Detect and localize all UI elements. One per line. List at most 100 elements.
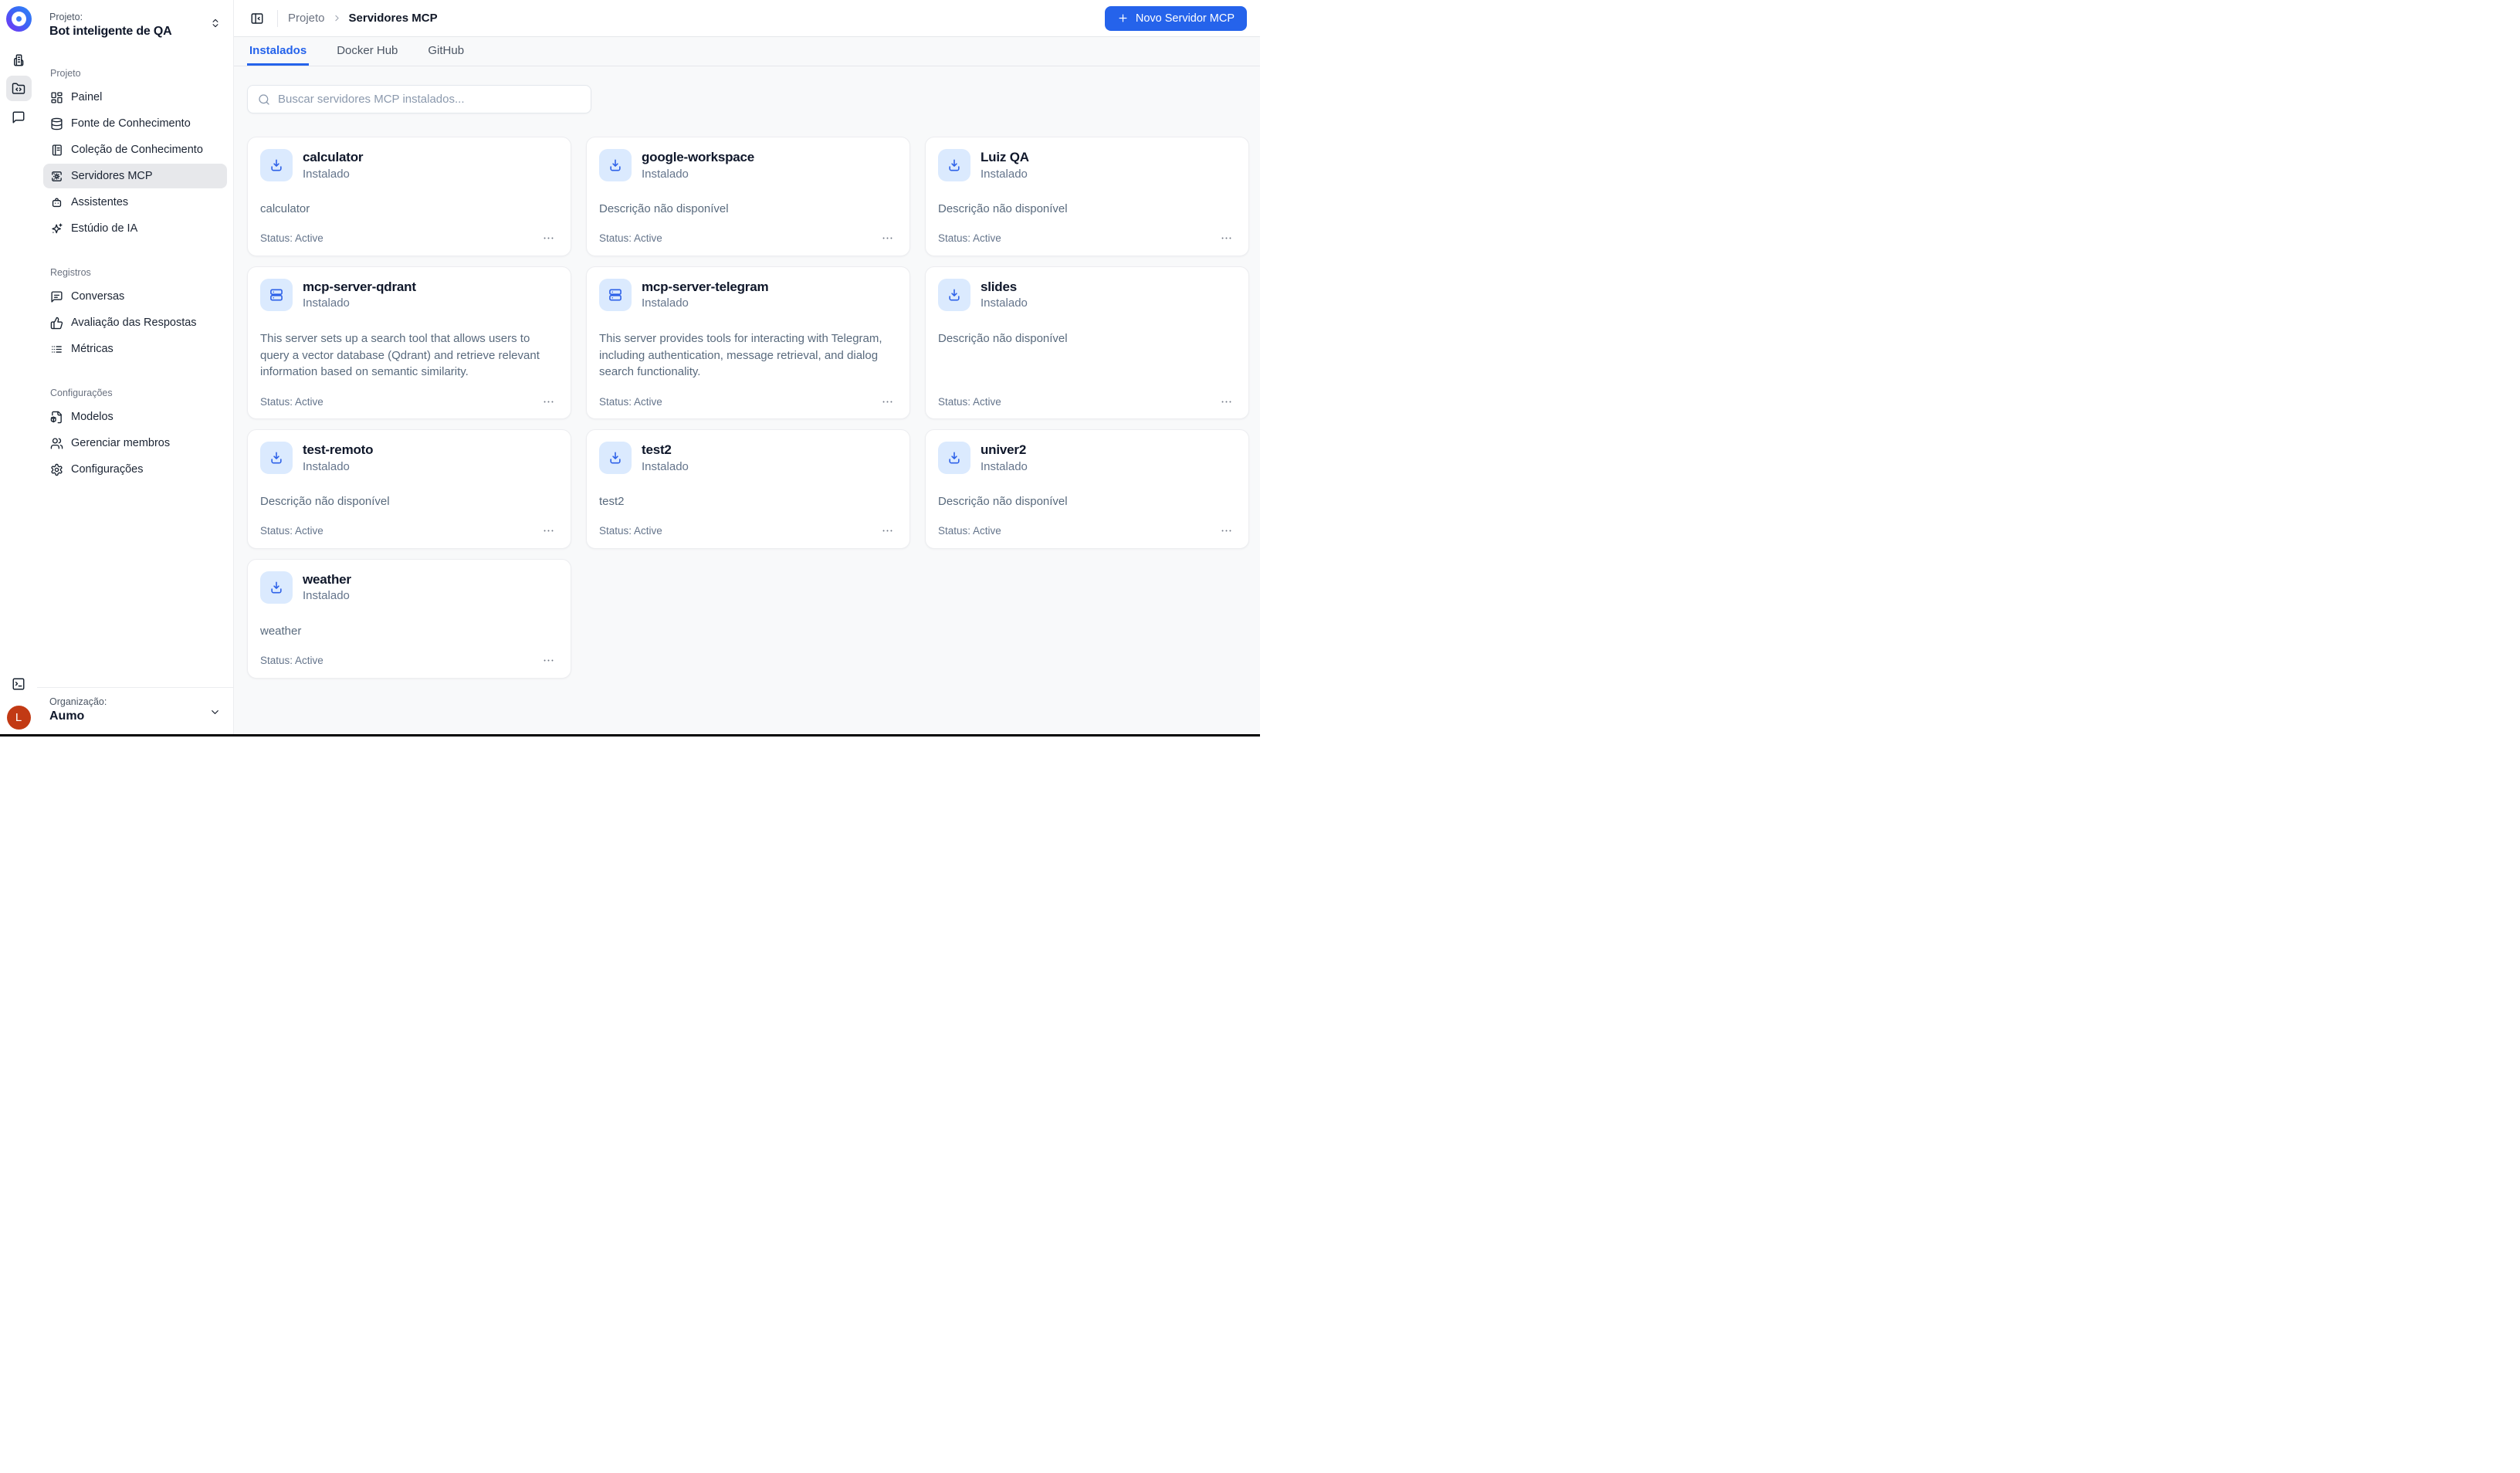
- ellipsis-menu-button[interactable]: [877, 232, 897, 246]
- status-text: Status: Active: [260, 395, 323, 408]
- sidebar-item[interactable]: Avaliação das Respostas: [43, 310, 227, 335]
- server-description: weather: [260, 624, 302, 638]
- ellipsis-menu-button[interactable]: [538, 394, 558, 408]
- organization-rail-button[interactable]: [6, 47, 32, 73]
- server-name: mcp-server-qdrant: [303, 279, 416, 295]
- card-titles: calculator Instalado: [303, 150, 364, 180]
- dashboard-icon: [50, 91, 63, 104]
- server-icon: [608, 287, 623, 303]
- server-name: Luiz QA: [981, 150, 1029, 165]
- project-files-rail-button[interactable]: [5, 76, 32, 101]
- project-switcher[interactable]: Projeto: Bot inteligente de QA: [37, 0, 233, 39]
- mcp-server-card[interactable]: google-workspace Instalado Descrição não…: [586, 137, 910, 256]
- server-icon-badge: [599, 442, 632, 474]
- screen-bottom-edge: [0, 734, 1260, 736]
- topbar-divider: [277, 9, 278, 27]
- mcp-server-card[interactable]: slides Instalado Descrição não disponíve…: [925, 266, 1249, 419]
- card-footer: Status: Active: [938, 381, 1236, 408]
- organization-name: Aumo: [49, 709, 85, 723]
- chat-rail-button[interactable]: [6, 104, 32, 130]
- new-mcp-server-button[interactable]: Novo Servidor MCP: [1104, 5, 1247, 31]
- card-header: google-workspace Instalado: [599, 149, 897, 181]
- user-avatar[interactable]: L: [6, 706, 31, 730]
- chat-lines-icon: [50, 290, 63, 303]
- app-window: L Projeto: Bot inteligente de QA Projeto…: [0, 0, 1260, 736]
- installed-label: Instalado: [981, 167, 1028, 181]
- gear-icon: [50, 463, 63, 476]
- ellipsis-menu-button[interactable]: [538, 654, 558, 668]
- sidebar-item[interactable]: Fonte de Conhecimento: [43, 111, 227, 136]
- tab[interactable]: GitHub: [425, 37, 466, 66]
- sidebar-item[interactable]: Estúdio de IA: [43, 216, 227, 241]
- search-input[interactable]: [278, 93, 591, 106]
- ellipsis-menu-button[interactable]: [1216, 232, 1236, 246]
- ellipsis-menu-button[interactable]: [1216, 394, 1236, 408]
- server-icon-badge: [938, 278, 970, 311]
- mcp-server-card[interactable]: test2 Instalado test2 Status: Active: [586, 429, 910, 549]
- search-box: [247, 85, 591, 113]
- status-text: Status: Active: [260, 525, 323, 537]
- ellipsis-icon: [542, 654, 555, 667]
- server-icon-badge: [260, 278, 293, 311]
- chevron-right-icon: [332, 13, 342, 23]
- ellipsis-menu-button[interactable]: [1216, 524, 1236, 538]
- sidebar-collapse-button[interactable]: [247, 8, 267, 29]
- mcp-server-card[interactable]: mcp-server-telegram Instalado This serve…: [586, 266, 910, 419]
- installed-label: Instalado: [642, 167, 689, 181]
- card-footer: Status: Active: [938, 218, 1236, 246]
- mcp-server-card[interactable]: weather Instalado weather Status: Active: [247, 558, 571, 679]
- card-header: univer2 Instalado: [938, 442, 1236, 474]
- plus-icon: [1117, 12, 1129, 24]
- sidebar-item[interactable]: Gerenciar membros: [43, 431, 227, 455]
- status-text: Status: Active: [599, 525, 662, 537]
- server-name: univer2: [981, 442, 1027, 458]
- sidebar-item[interactable]: Conversas: [43, 284, 227, 309]
- sidebar-section-configuracoes: Configurações Modelos Gerenciar membros: [43, 388, 227, 482]
- mcp-server-card[interactable]: calculator Instalado calculator Status: …: [247, 137, 571, 256]
- server-description: Descrição não disponível: [599, 202, 729, 215]
- mcp-server-card[interactable]: univer2 Instalado Descrição não disponív…: [925, 429, 1249, 549]
- project-name: Bot inteligente de QA: [49, 25, 172, 38]
- ellipsis-icon: [542, 524, 555, 537]
- organization-icon: [12, 53, 25, 67]
- section-items: Painel Fonte de Conhecimento Coleção de …: [43, 85, 227, 241]
- download-icon: [269, 580, 284, 595]
- mcp-server-card[interactable]: test-remoto Instalado Descrição não disp…: [247, 429, 571, 549]
- ellipsis-menu-button[interactable]: [877, 524, 897, 538]
- status-text: Status: Active: [260, 232, 323, 245]
- sidebar-item[interactable]: Métricas: [43, 337, 227, 361]
- ellipsis-icon: [881, 232, 894, 245]
- server-icon: [269, 287, 284, 303]
- terminal-rail-button[interactable]: [6, 671, 32, 696]
- ellipsis-menu-button[interactable]: [538, 524, 558, 538]
- sidebar-item[interactable]: Configurações: [43, 457, 227, 482]
- sidebar-item[interactable]: Painel: [43, 85, 227, 110]
- sidebar-item[interactable]: Servidores MCP: [43, 164, 227, 188]
- tab[interactable]: Instalados: [247, 37, 310, 66]
- status-text: Status: Active: [599, 232, 662, 245]
- ellipsis-icon: [1220, 524, 1233, 537]
- file-box-icon: [50, 411, 63, 424]
- mcp-server-card[interactable]: Luiz QA Instalado Descrição não disponív…: [925, 137, 1249, 256]
- sidebar-item[interactable]: Assistentes: [43, 190, 227, 215]
- ellipsis-menu-button[interactable]: [538, 232, 558, 246]
- installed-label: Instalado: [303, 296, 350, 310]
- sidebar-item[interactable]: Coleção de Conhecimento: [43, 137, 227, 162]
- download-icon: [947, 287, 962, 303]
- card-titles: slides Instalado: [981, 279, 1028, 310]
- breadcrumb-root[interactable]: Projeto: [288, 12, 325, 25]
- ellipsis-menu-button[interactable]: [877, 394, 897, 408]
- card-header: test2 Instalado: [599, 442, 897, 474]
- sidebar-item[interactable]: Modelos: [43, 405, 227, 429]
- card-footer: Status: Active: [260, 640, 558, 668]
- section-label: Projeto: [50, 68, 81, 79]
- tab[interactable]: Docker Hub: [334, 37, 400, 66]
- content-area: Instalados Docker Hub GitHub Buscar serv…: [234, 37, 1260, 736]
- organization-switcher[interactable]: Organização: Aumo: [37, 687, 233, 736]
- status-text: Status: Active: [938, 525, 1001, 537]
- card-header: slides Instalado: [938, 278, 1236, 311]
- card-titles: weather Instalado: [303, 572, 351, 602]
- card-titles: test2 Instalado: [642, 442, 689, 472]
- mcp-server-card[interactable]: mcp-server-qdrant Instalado This server …: [247, 266, 571, 419]
- server-icon-badge: [938, 442, 970, 474]
